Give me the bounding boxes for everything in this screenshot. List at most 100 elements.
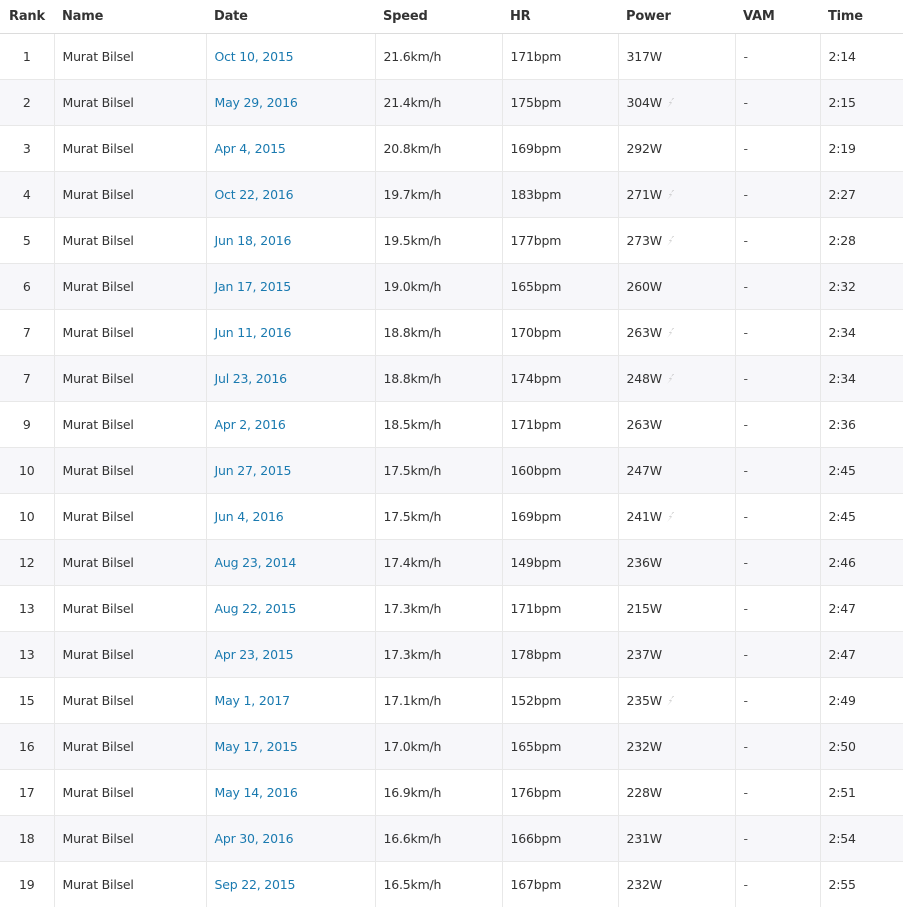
rank-cell: 18 bbox=[0, 815, 54, 862]
activity-date-link[interactable]: Oct 22, 2016 bbox=[215, 187, 294, 202]
power-cell: 231W bbox=[617, 815, 735, 862]
activity-date-link[interactable]: May 14, 2016 bbox=[215, 785, 298, 800]
power-value: 232W bbox=[626, 877, 663, 892]
column-header-hr[interactable]: HR bbox=[502, 0, 618, 34]
column-header-date[interactable]: Date bbox=[206, 0, 375, 34]
activity-date-link[interactable]: Aug 22, 2015 bbox=[215, 601, 297, 616]
table-row: 10 Murat Bilsel Jun 27, 2015 17.5km/h 16… bbox=[0, 447, 903, 494]
power-cell: 236W bbox=[617, 539, 735, 586]
time-cell: 2:19 bbox=[819, 125, 903, 172]
date-cell: May 17, 2015 bbox=[205, 723, 375, 770]
speed-cell: 19.5km/h bbox=[374, 217, 502, 264]
activity-date-link[interactable]: May 1, 2017 bbox=[215, 693, 291, 708]
speed-cell: 17.3km/h bbox=[374, 585, 502, 632]
activity-date-link[interactable]: Jun 4, 2016 bbox=[215, 509, 284, 524]
activity-date-link[interactable]: Jun 11, 2016 bbox=[215, 325, 292, 340]
athlete-name: Murat Bilsel bbox=[53, 861, 206, 907]
table-row: 6 Murat Bilsel Jan 17, 2015 19.0km/h 165… bbox=[0, 263, 903, 310]
table-row: 10 Murat Bilsel Jun 4, 2016 17.5km/h 169… bbox=[0, 493, 903, 540]
date-cell: Oct 22, 2016 bbox=[205, 171, 375, 218]
rank-cell: 13 bbox=[0, 631, 54, 678]
vam-value: - bbox=[743, 95, 749, 110]
column-header-name[interactable]: Name bbox=[54, 0, 206, 34]
time-cell: 2:28 bbox=[819, 217, 903, 264]
time-cell: 2:50 bbox=[819, 723, 903, 770]
heart-rate-cell: 165bpm bbox=[501, 263, 618, 310]
power-value: 273W bbox=[626, 233, 663, 248]
vam-cell: - bbox=[734, 355, 820, 402]
speed-cell: 21.6km/h bbox=[374, 33, 502, 80]
vam-value: - bbox=[743, 647, 749, 662]
power-value: 228W bbox=[626, 785, 663, 800]
activity-date-link[interactable]: Jun 18, 2016 bbox=[215, 233, 292, 248]
vam-value: - bbox=[743, 555, 749, 570]
activity-date-link[interactable]: Aug 23, 2014 bbox=[215, 555, 297, 570]
date-cell: Jan 17, 2015 bbox=[205, 263, 375, 310]
activity-date-link[interactable]: Jan 17, 2015 bbox=[215, 279, 292, 294]
vam-value: - bbox=[743, 739, 749, 754]
power-value: 304W bbox=[626, 95, 663, 110]
table-body: 1 Murat Bilsel Oct 10, 2015 21.6km/h 171… bbox=[0, 33, 903, 907]
athlete-name: Murat Bilsel bbox=[53, 677, 206, 724]
time-cell: 2:32 bbox=[819, 263, 903, 310]
speed-cell: 20.8km/h bbox=[374, 125, 502, 172]
time-cell: 2:54 bbox=[819, 815, 903, 862]
heart-rate-cell: 169bpm bbox=[501, 125, 618, 172]
speed-cell: 18.8km/h bbox=[374, 309, 502, 356]
table-row: 13 Murat Bilsel Aug 22, 2015 17.3km/h 17… bbox=[0, 585, 903, 632]
activity-date-link[interactable]: Jun 27, 2015 bbox=[215, 463, 292, 478]
athlete-name: Murat Bilsel bbox=[53, 355, 206, 402]
column-header-speed[interactable]: Speed bbox=[375, 0, 502, 34]
vam-cell: - bbox=[734, 309, 820, 356]
power-cell: 248W bbox=[617, 355, 735, 402]
activity-date-link[interactable]: Sep 22, 2015 bbox=[215, 877, 296, 892]
activity-date-link[interactable]: Apr 2, 2016 bbox=[215, 417, 286, 432]
vam-value: - bbox=[743, 509, 749, 524]
athlete-name: Murat Bilsel bbox=[53, 309, 206, 356]
activity-date-link[interactable]: Apr 4, 2015 bbox=[215, 141, 286, 156]
activity-date-link[interactable]: Jul 23, 2016 bbox=[215, 371, 288, 386]
activity-date-link[interactable]: Oct 10, 2015 bbox=[215, 49, 294, 64]
time-cell: 2:46 bbox=[819, 539, 903, 586]
athlete-name: Murat Bilsel bbox=[53, 769, 206, 816]
rank-cell: 17 bbox=[0, 769, 54, 816]
vam-cell: - bbox=[734, 447, 820, 494]
column-header-time[interactable]: Time bbox=[820, 0, 903, 34]
vam-value: - bbox=[743, 601, 749, 616]
heart-rate-cell: 170bpm bbox=[501, 309, 618, 356]
rank-cell: 4 bbox=[0, 171, 54, 218]
rank-cell: 7 bbox=[0, 309, 54, 356]
table-row: 18 Murat Bilsel Apr 30, 2016 16.6km/h 16… bbox=[0, 815, 903, 862]
speed-cell: 17.4km/h bbox=[374, 539, 502, 586]
activity-date-link[interactable]: May 29, 2016 bbox=[215, 95, 298, 110]
athlete-name: Murat Bilsel bbox=[53, 585, 206, 632]
heart-rate-cell: 152bpm bbox=[501, 677, 618, 724]
table-row: 1 Murat Bilsel Oct 10, 2015 21.6km/h 171… bbox=[0, 33, 903, 80]
column-header-power[interactable]: Power bbox=[618, 0, 735, 34]
activity-date-link[interactable]: Apr 30, 2016 bbox=[215, 831, 294, 846]
power-value: 260W bbox=[626, 279, 663, 294]
time-cell: 2:45 bbox=[819, 447, 903, 494]
lightning-bolt-icon bbox=[666, 190, 675, 200]
column-header-vam[interactable]: VAM bbox=[735, 0, 820, 34]
vam-value: - bbox=[743, 279, 749, 294]
activity-date-link[interactable]: Apr 23, 2015 bbox=[215, 647, 294, 662]
power-cell: 215W bbox=[617, 585, 735, 632]
vam-cell: - bbox=[734, 677, 820, 724]
activity-date-link[interactable]: May 17, 2015 bbox=[215, 739, 298, 754]
column-header-rank[interactable]: Rank bbox=[0, 0, 54, 34]
speed-cell: 18.8km/h bbox=[374, 355, 502, 402]
vam-cell: - bbox=[734, 769, 820, 816]
athlete-name: Murat Bilsel bbox=[53, 539, 206, 586]
lightning-bolt-icon bbox=[666, 374, 675, 384]
heart-rate-cell: 149bpm bbox=[501, 539, 618, 586]
power-cell: 273W bbox=[617, 217, 735, 264]
table-header: Rank Name Date Speed HR Power VAM Time bbox=[0, 0, 903, 34]
heart-rate-cell: 183bpm bbox=[501, 171, 618, 218]
date-cell: Apr 23, 2015 bbox=[205, 631, 375, 678]
date-cell: Jun 18, 2016 bbox=[205, 217, 375, 264]
speed-cell: 16.5km/h bbox=[374, 861, 502, 907]
date-cell: Jul 23, 2016 bbox=[205, 355, 375, 402]
heart-rate-cell: 165bpm bbox=[501, 723, 618, 770]
time-cell: 2:15 bbox=[819, 79, 903, 126]
